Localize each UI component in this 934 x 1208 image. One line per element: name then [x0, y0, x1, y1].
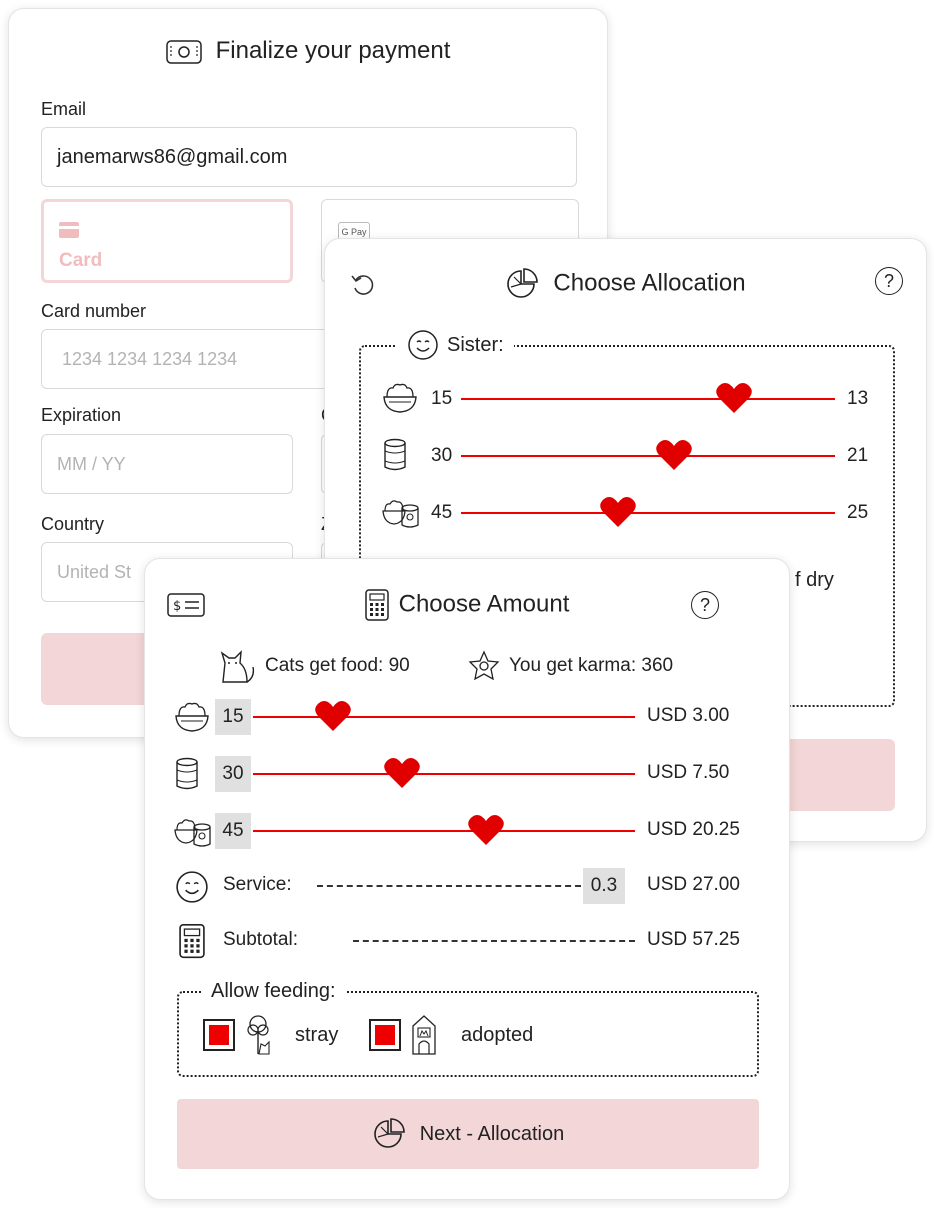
country-label: Country [41, 514, 105, 534]
allocation-left-value: 30 [431, 445, 453, 466]
email-label: Email [41, 99, 87, 119]
heart-slider-handle[interactable] [715, 381, 753, 415]
allocation-left-value: 15 [431, 388, 453, 409]
amount-card: $ Choose Amount ? Cats get food: 90 You … [144, 558, 790, 1200]
subtotal-row: Subtotal: USD 57.25 [171, 921, 771, 961]
dry-food-bowl-icon [381, 381, 419, 415]
allocation-right-value: 21 [847, 445, 869, 466]
pie-chart-icon [372, 1117, 406, 1151]
calculator-icon [364, 589, 389, 621]
next-allocation-button[interactable]: Next - Allocation [177, 1099, 759, 1169]
allocation-slider-track[interactable] [461, 455, 835, 457]
karma-icon [467, 649, 501, 683]
can-icon [381, 438, 409, 472]
allocation-partial-text: f dry [795, 569, 834, 591]
smile-icon [407, 329, 439, 361]
tree-cat-icon [245, 1014, 271, 1056]
amount-quantity[interactable]: 15 [215, 699, 251, 735]
stray-label: stray [295, 1023, 339, 1046]
allocation-title: Choose Allocation [325, 267, 926, 301]
sister-label: Sister: [447, 333, 504, 356]
allocation-slider-track[interactable] [461, 398, 835, 400]
smile-icon [175, 870, 209, 904]
stray-option[interactable]: stray [203, 1014, 338, 1056]
subtotal-label: Subtotal: [223, 929, 298, 950]
amount-price: USD 3.00 [647, 705, 730, 726]
expiration-label: Expiration [41, 405, 122, 425]
allocation-left-value: 45 [431, 502, 453, 523]
heart-slider-handle[interactable] [383, 756, 421, 790]
amount-price: USD 7.50 [647, 762, 730, 783]
payment-title: Finalize your payment [9, 37, 607, 65]
can-icon [173, 757, 201, 791]
sister-legend: Sister: [397, 327, 514, 363]
allocation-right-value: 25 [847, 502, 869, 523]
allocation-row: 15 13 [381, 379, 881, 419]
subtotal-price: USD 57.25 [647, 929, 740, 950]
expiration-field[interactable]: MM / YY [41, 434, 293, 494]
heart-slider-handle[interactable] [467, 813, 505, 847]
pie-chart-icon [505, 267, 539, 301]
karma-stat: You get karma: 360 [467, 649, 673, 683]
house-cat-icon [411, 1014, 437, 1056]
service-label: Service: [223, 874, 292, 895]
allow-feeding-legend: Allow feeding: [201, 979, 346, 1003]
cash-icon [165, 39, 202, 64]
subtotal-dotted-line [353, 940, 635, 942]
allocation-row: 30 21 [381, 436, 881, 476]
allocation-help-icon[interactable]: ? [875, 267, 903, 295]
credit-card-icon [59, 222, 79, 238]
amount-row: 30 USD 7.50 [171, 754, 771, 794]
service-value[interactable]: 0.3 [583, 868, 625, 904]
allocation-right-value: 13 [847, 388, 869, 409]
stray-checkbox[interactable] [203, 1019, 235, 1051]
service-dotted-line [317, 885, 581, 887]
heart-slider-handle[interactable] [655, 438, 693, 472]
mixed-food-icon [173, 814, 213, 848]
amount-row: 45 USD 20.25 [171, 811, 771, 851]
amount-quantity[interactable]: 30 [215, 756, 251, 792]
amount-help-icon[interactable]: ? [691, 591, 719, 619]
tab-card-label: Card [59, 250, 103, 271]
amount-slider-track[interactable] [253, 716, 635, 718]
allocation-slider-track[interactable] [461, 512, 835, 514]
amount-slider-track[interactable] [253, 830, 635, 832]
cat-icon [217, 649, 257, 683]
service-price: USD 27.00 [647, 874, 740, 895]
adopted-checkbox[interactable] [369, 1019, 401, 1051]
amount-row: 15 USD 3.00 [171, 697, 771, 737]
adopted-label: adopted [461, 1023, 534, 1046]
service-row: Service: 0.3 USD 27.00 [171, 866, 771, 906]
allocation-row: 45 25 [381, 493, 881, 533]
adopted-option[interactable]: adopted [369, 1014, 533, 1056]
email-field[interactable]: janemarws86@gmail.com [41, 127, 577, 187]
heart-slider-handle[interactable] [314, 699, 352, 733]
heart-slider-handle[interactable] [599, 495, 637, 529]
calculator-icon [179, 923, 205, 959]
mixed-food-icon [381, 495, 421, 529]
cats-food-stat: Cats get food: 90 [217, 649, 410, 683]
card-number-label: Card number [41, 301, 147, 321]
next-allocation-label: Next - Allocation [419, 1122, 565, 1145]
tab-card[interactable]: Card [41, 199, 293, 283]
dry-food-bowl-icon [173, 700, 211, 734]
amount-price: USD 20.25 [647, 819, 740, 840]
amount-quantity[interactable]: 45 [215, 813, 251, 849]
amount-slider-track[interactable] [253, 773, 635, 775]
